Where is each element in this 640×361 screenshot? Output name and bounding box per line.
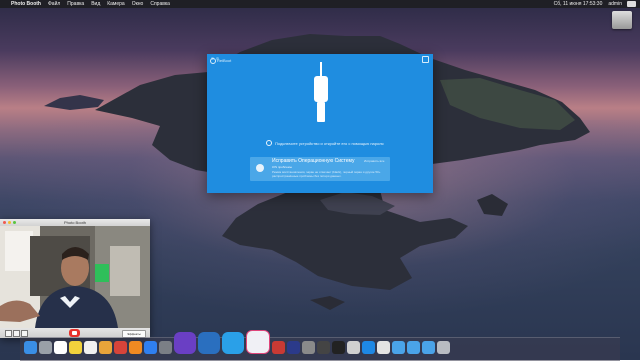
terminal-icon[interactable] [332, 341, 345, 354]
connect-instructions: Подключите устройство и откройте его с п… [266, 140, 384, 146]
lightning-cable-icon [314, 62, 328, 122]
menu-bar: Photo Booth Файл Правка Вид Камера Окно … [0, 0, 640, 8]
repair-description: Режим восстановления, экран не отвечает … [272, 170, 381, 178]
camera-preview [0, 226, 150, 328]
camera-icon [72, 331, 77, 335]
dock-icons [24, 330, 452, 354]
folder-icon-3[interactable] [422, 341, 435, 354]
menu-window[interactable]: Окно [132, 0, 144, 8]
photos-icon[interactable] [99, 341, 112, 354]
menu-icon[interactable] [422, 56, 429, 63]
menu-file[interactable]: Файл [48, 0, 60, 8]
folder-icon[interactable] [392, 341, 405, 354]
imovie-icon[interactable] [198, 332, 220, 354]
mode-still-icon[interactable] [13, 330, 20, 337]
logo-icon [210, 58, 216, 64]
calendar-icon[interactable] [54, 341, 67, 354]
info-icon [266, 140, 272, 146]
app-logo-text: ReiBoot [217, 58, 232, 64]
menu-edit[interactable]: Правка [67, 0, 84, 8]
app-icon-4[interactable] [362, 341, 375, 354]
photo-booth-title: Photo Booth [63, 220, 87, 225]
app-store-icon[interactable] [144, 341, 157, 354]
chrome-icon[interactable] [114, 341, 127, 354]
menu-user[interactable]: admin [608, 0, 622, 8]
photo-booth-icon[interactable] [272, 341, 285, 354]
photo-booth-window: Photo Booth Эффекты [0, 219, 150, 338]
mode-four-up-icon[interactable] [5, 330, 12, 337]
menu-app-name[interactable]: Photo Booth [11, 0, 41, 8]
vlc-icon[interactable] [129, 341, 142, 354]
minimize-icon[interactable] [8, 221, 11, 224]
shutter-button[interactable] [69, 329, 80, 337]
menu-bar-status: Сб, 11 июня 17:53:30 admin [548, 0, 622, 8]
app-icon-1[interactable] [287, 341, 300, 354]
repair-subtitle: iOS проблемы [272, 165, 293, 169]
menu-view[interactable]: Вид [91, 0, 100, 8]
repair-badge: Исправить все [364, 159, 385, 163]
finder-icon[interactable] [24, 341, 37, 354]
launchpad-icon[interactable] [39, 341, 52, 354]
app-icon-2[interactable] [302, 341, 315, 354]
hard-drive-icon[interactable] [612, 11, 632, 29]
connect-text: Подключите устройство и откройте его с п… [275, 140, 384, 146]
zoom-icon[interactable] [13, 221, 16, 224]
wifi-icon[interactable] [347, 341, 360, 354]
camo-icon[interactable] [222, 332, 244, 354]
close-icon[interactable] [3, 221, 6, 224]
app-icon-3[interactable] [317, 341, 330, 354]
photo-mode-selector [5, 330, 29, 337]
repair-title: Исправить Операционную Систему [272, 158, 355, 164]
repair-icon [256, 164, 264, 172]
system-prefs-icon[interactable] [159, 341, 172, 354]
siri-icon[interactable] [174, 332, 196, 354]
app-icon-5[interactable] [377, 341, 390, 354]
app-logo: ReiBoot [210, 58, 231, 64]
reminders-icon[interactable] [84, 341, 97, 354]
trash-icon[interactable] [437, 341, 450, 354]
menu-clock[interactable]: Сб, 11 июня 17:53:30 [554, 0, 603, 8]
control-center-icon[interactable] [627, 1, 636, 7]
menu-help[interactable]: Справка [150, 0, 170, 8]
folder-icon-2[interactable] [407, 341, 420, 354]
notes-icon[interactable] [69, 341, 82, 354]
menu-camera[interactable]: Камера [107, 0, 124, 8]
itunes-icon[interactable] [246, 330, 270, 354]
mode-video-icon[interactable] [21, 330, 28, 337]
